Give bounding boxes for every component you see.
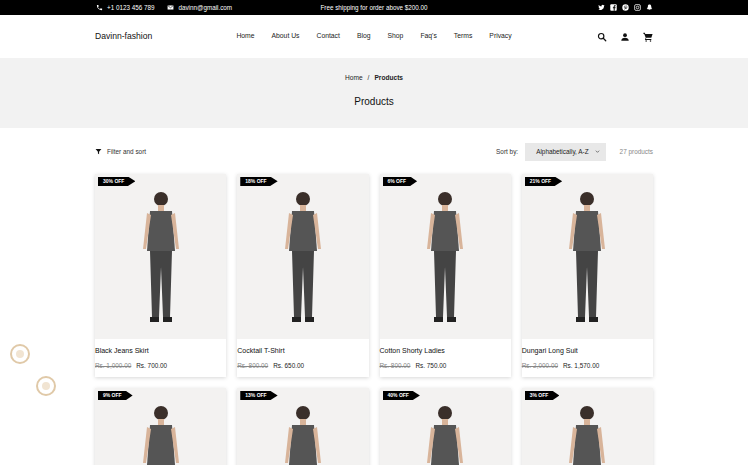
discount-badge: 13% OFF: [240, 391, 277, 401]
product-card[interactable]: 6% OFFCotton Shorty LadiesRs. 800.00Rs. …: [380, 174, 511, 377]
discount-badge: 3% OFF: [525, 391, 560, 401]
nav-link[interactable]: Home: [236, 31, 254, 41]
promo-text: Free shipping for order above $200.00: [320, 3, 427, 12]
cart-icon[interactable]: [643, 32, 653, 42]
sort-label: Sort by:: [496, 147, 518, 157]
snapchat-icon[interactable]: [645, 4, 653, 12]
breadcrumb-item[interactable]: Home: [345, 74, 363, 81]
breadcrumb-entry: Products: [374, 73, 403, 83]
product-prices: Rs. 800.00 Rs. 650.00: [237, 361, 368, 371]
discount-badge: 9% OFF: [98, 391, 133, 401]
instagram-icon[interactable]: [633, 4, 641, 12]
search-icon[interactable]: [597, 32, 607, 42]
nav-link[interactable]: Faq's: [420, 31, 436, 41]
sale-price: Rs. 1,570.00: [563, 362, 599, 369]
sale-price: Rs. 700.00: [136, 362, 167, 369]
header-actions: [512, 32, 653, 42]
contact-info: +1 0123 456 789 davinn@gmail.com: [95, 3, 320, 12]
earrings-decoration: [6, 338, 66, 408]
pinterest-icon[interactable]: [621, 4, 629, 12]
twitter-icon[interactable]: [597, 4, 605, 12]
breadcrumb-entry[interactable]: Home: [345, 73, 363, 83]
product-prices: Rs. 2,000.00 Rs. 1,570.00: [522, 361, 653, 371]
nav-link[interactable]: Contact: [316, 31, 339, 41]
product-name[interactable]: Cotton Shorty Ladies: [380, 346, 511, 357]
product-name[interactable]: Black Jeans Skirt: [95, 346, 226, 357]
user-icon[interactable]: [620, 32, 630, 42]
product-info: Dungari Long Suit Rs. 2,000.00 Rs. 1,570.0…: [522, 339, 653, 377]
old-price: Rs. 2,000.00: [522, 362, 558, 369]
product-card[interactable]: 9% OFF: [95, 388, 226, 465]
product-card[interactable]: 40% OFF: [380, 388, 511, 465]
product-card[interactable]: 21% OFFDungari Long SuitRs. 2,000.00Rs. …: [522, 174, 653, 377]
filter-label[interactable]: Filter and sort: [107, 147, 146, 157]
product-card[interactable]: 13% OFF: [237, 388, 368, 465]
product-info: Cotton Shorty Ladies Rs. 800.00 Rs. 750.00: [380, 339, 511, 377]
discount-badge: 6% OFF: [383, 177, 418, 187]
sort-select[interactable]: Alphabetically, A-Z: [525, 143, 605, 161]
filter-icon: [95, 148, 102, 155]
nav-link[interactable]: About Us: [272, 31, 300, 41]
product-grid: 30% OFFBlack Jeans SkirtRs. 1,000.00Rs. …: [0, 174, 748, 465]
breadcrumb-trail: Home / Products: [345, 73, 403, 83]
sale-price: Rs. 750.00: [415, 362, 446, 369]
product-toolbar: Filter and sort Sort by: Alphabetically, A…: [0, 143, 748, 161]
product-image[interactable]: [237, 174, 368, 339]
old-price: Rs. 1,000.00: [95, 362, 131, 369]
product-prices: Rs. 800.00 Rs. 750.00: [380, 361, 511, 371]
sort-controls: Sort by: Alphabetically, A-Z 27 products: [496, 143, 653, 161]
breadcrumb-separator: /: [368, 73, 370, 83]
product-info: Black Jeans Skirt Rs. 1,000.00 Rs. 700.00: [95, 339, 226, 377]
phone-number[interactable]: +1 0123 456 789: [107, 3, 154, 12]
nav-link[interactable]: Privacy: [489, 31, 511, 41]
product-card[interactable]: 18% OFF Cocktail T-Shirt Rs. 800.00 Rs. 650…: [237, 174, 368, 377]
product-image[interactable]: [95, 174, 226, 339]
product-info: Cocktail T-Shirt Rs. 800.00 Rs. 650.00: [237, 339, 368, 377]
social-links: [428, 4, 653, 12]
discount-badge: 40% OFF: [383, 391, 420, 401]
email-address[interactable]: davinn@gmail.com: [178, 3, 232, 12]
mail-icon: [166, 4, 174, 12]
sort-value[interactable]: Alphabetically, A-Z: [536, 147, 588, 157]
discount-badge: 18% OFF: [240, 177, 277, 187]
sale-price: Rs. 650.00: [273, 362, 304, 369]
product-image[interactable]: [522, 174, 653, 339]
page-banner: Home / Products Products: [0, 58, 748, 128]
site-logo[interactable]: Davinn-fashion: [95, 30, 236, 43]
site-header: Davinn-fashionHome About Us Contact Blog Sho…: [0, 15, 748, 58]
main-nav: Home About Us Contact Blog Shop Faq's Terms Pri…: [236, 31, 511, 41]
product-image[interactable]: [380, 174, 511, 339]
discount-badge: 30% OFF: [98, 177, 135, 187]
top-bar: +1 0123 456 789 davinn@gmail.com Free ship…: [0, 0, 748, 15]
chevron-down-icon[interactable]: [595, 149, 600, 154]
product-name[interactable]: Dungari Long Suit: [522, 346, 653, 357]
nav-link[interactable]: Blog: [357, 31, 371, 41]
old-price: Rs. 800.00: [237, 362, 268, 369]
discount-badge: 21% OFF: [525, 177, 562, 187]
nav-link[interactable]: Terms: [454, 31, 473, 41]
filter-button[interactable]: Filter and sort: [95, 147, 146, 157]
old-price: Rs. 800.00: [380, 362, 411, 369]
product-prices: Rs. 1,000.00 Rs. 700.00: [95, 361, 226, 371]
page-title: Products: [354, 94, 393, 109]
phone-icon: [95, 4, 103, 12]
product-card[interactable]: 3% OFF: [522, 388, 653, 465]
product-card[interactable]: 30% OFFBlack Jeans SkirtRs. 1,000.00Rs. …: [95, 174, 226, 377]
product-name[interactable]: Cocktail T-Shirt: [237, 346, 368, 357]
product-count: 27 products: [620, 147, 653, 157]
breadcrumb-item: Products: [374, 74, 403, 81]
nav-link[interactable]: Shop: [388, 31, 404, 41]
facebook-icon[interactable]: [609, 4, 617, 12]
